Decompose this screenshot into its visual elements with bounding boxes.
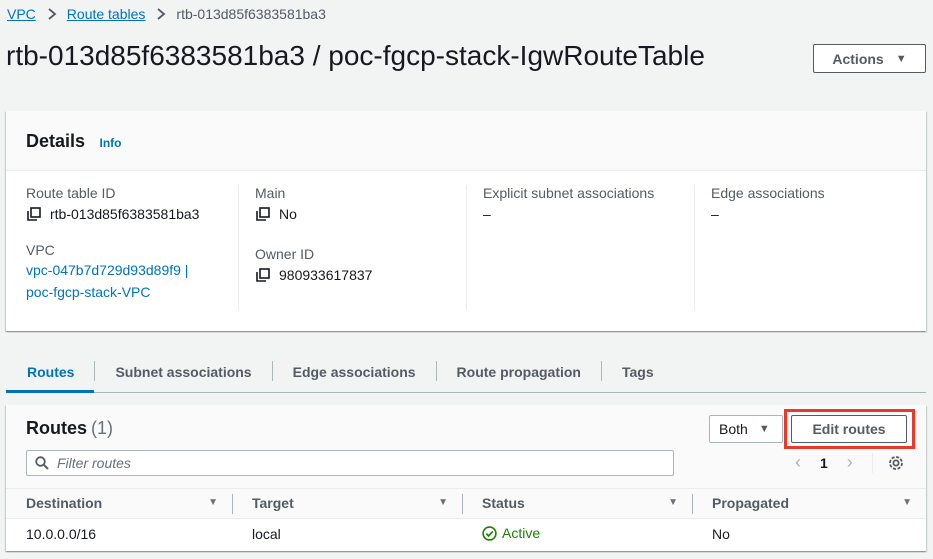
details-column-4: Edge associations –: [711, 185, 825, 222]
previous-page-icon[interactable]: ‹: [788, 452, 808, 473]
edit-routes-button-label: Edit routes: [812, 421, 886, 437]
vpc-label: VPC: [26, 242, 55, 258]
vpc-link-line2: poc-fgcp-stack-VPC: [26, 284, 151, 300]
edge-associations-value: –: [711, 206, 719, 222]
details-column-3: Explicit subnet associations –: [483, 185, 654, 222]
copy-icon[interactable]: [256, 207, 270, 221]
sort-down-icon[interactable]: ▼: [668, 497, 678, 508]
actions-button-label: Actions: [832, 50, 884, 67]
table-header-row: Destination ▼ Target ▼ Status ▼ Propagated ▼: [6, 489, 926, 519]
sort-down-icon[interactable]: ▼: [438, 497, 448, 508]
tab-bar: Routes Subnet associations Edge associat…: [6, 357, 926, 393]
tab-subnet-associations[interactable]: Subnet associations: [94, 357, 271, 393]
cell-status: Active: [462, 518, 692, 550]
routes-title-text: Routes: [26, 418, 88, 438]
column-divider: [466, 185, 467, 310]
copy-icon[interactable]: [256, 268, 270, 282]
check-circle-icon: [482, 525, 497, 541]
details-title: Details: [26, 131, 86, 151]
current-page[interactable]: 1: [820, 455, 828, 471]
owner-id-label: Owner ID: [255, 246, 315, 262]
routes-table: Destination ▼ Target ▼ Status ▼ Propagated ▼…: [6, 489, 926, 550]
cell-destination: 10.0.0.0/16: [26, 526, 97, 543]
routes-count: (1): [91, 418, 114, 438]
sort-down-icon[interactable]: ▼: [208, 497, 218, 508]
details-column-2: Main No Owner ID 980933617837: [255, 185, 372, 283]
tab-routes[interactable]: Routes: [6, 357, 95, 393]
caret-down-icon: ▼: [895, 52, 907, 65]
breadcrumb: VPC Route tables rtb-013d85f6383581ba3: [7, 6, 326, 22]
search-icon: [35, 456, 49, 470]
breadcrumb-current: rtb-013d85f6383581ba3: [176, 6, 326, 22]
column-header-status[interactable]: Status ▼: [462, 489, 692, 519]
breadcrumb-route-tables-link[interactable]: Route tables: [67, 6, 146, 22]
column-header-target[interactable]: Target ▼: [232, 489, 462, 519]
explicit-subnet-associations-value: –: [483, 206, 491, 222]
details-header: Details Info: [6, 111, 926, 171]
edge-associations-label: Edge associations: [711, 185, 825, 201]
pagination: ‹ 1 ›: [788, 452, 905, 473]
tab-tags[interactable]: Tags: [600, 357, 674, 393]
cell-target: local: [252, 526, 281, 543]
cell-propagated: No: [712, 526, 730, 543]
filter-routes-input[interactable]: [57, 455, 657, 471]
column-header-destination[interactable]: Destination ▼: [6, 489, 232, 519]
filter-routes-field[interactable]: [26, 450, 674, 476]
details-column-1: Route table ID rtb-013d85f6383581ba3 VPC…: [26, 185, 199, 303]
caret-down-icon: ▼: [758, 423, 770, 435]
vpc-link-line1: vpc-047b7d729d93d89f9 |: [26, 262, 189, 278]
explicit-subnet-associations-label: Explicit subnet associations: [483, 185, 655, 201]
main-label: Main: [255, 185, 286, 201]
owner-id-value: 980933617837: [279, 267, 373, 283]
page-title: rtb-013d85f6383581ba3 / poc-fgcp-stack-I…: [6, 40, 705, 71]
routes-title: Routes (1): [26, 418, 113, 439]
route-filter-select-value: Both: [719, 421, 748, 437]
route-filter-select[interactable]: Both ▼: [709, 415, 783, 443]
gear-icon[interactable]: [887, 454, 905, 472]
status-badge: Active: [482, 525, 540, 541]
table-row[interactable]: 10.0.0.0/16 local Active No: [6, 518, 926, 550]
edit-routes-button[interactable]: Edit routes: [791, 415, 907, 443]
route-table-id-value: rtb-013d85f6383581ba3: [50, 206, 200, 222]
actions-button[interactable]: Actions ▼: [813, 44, 926, 73]
next-page-icon[interactable]: ›: [840, 452, 860, 473]
column-divider: [694, 185, 695, 310]
details-panel: Details Info Route table ID rtb-013d85f6…: [6, 111, 926, 331]
details-info-link[interactable]: Info: [99, 136, 121, 150]
status-text: Active: [502, 525, 541, 541]
main-value: No: [279, 206, 297, 222]
breadcrumb-vpc-link[interactable]: VPC: [7, 6, 36, 22]
copy-icon[interactable]: [27, 207, 41, 221]
sort-down-icon[interactable]: ▼: [902, 497, 912, 508]
pager-divider: [871, 452, 873, 473]
route-table-id-label: Route table ID: [26, 185, 116, 201]
routes-header: Routes(1) Both ▼ Edit routes ‹ 1 ›: [6, 405, 926, 489]
column-header-propagated[interactable]: Propagated ▼: [692, 489, 926, 519]
column-divider: [238, 185, 239, 310]
tab-route-propagation[interactable]: Route propagation: [435, 357, 601, 393]
chevron-right-icon: [47, 8, 57, 20]
routes-panel: Routes(1) Both ▼ Edit routes ‹ 1 ›: [6, 405, 926, 551]
tab-edge-associations[interactable]: Edge associations: [271, 357, 436, 393]
vpc-link[interactable]: vpc-047b7d729d93d89f9 | poc-fgcp-stack-V…: [26, 259, 199, 303]
chevron-right-icon: [156, 8, 166, 20]
